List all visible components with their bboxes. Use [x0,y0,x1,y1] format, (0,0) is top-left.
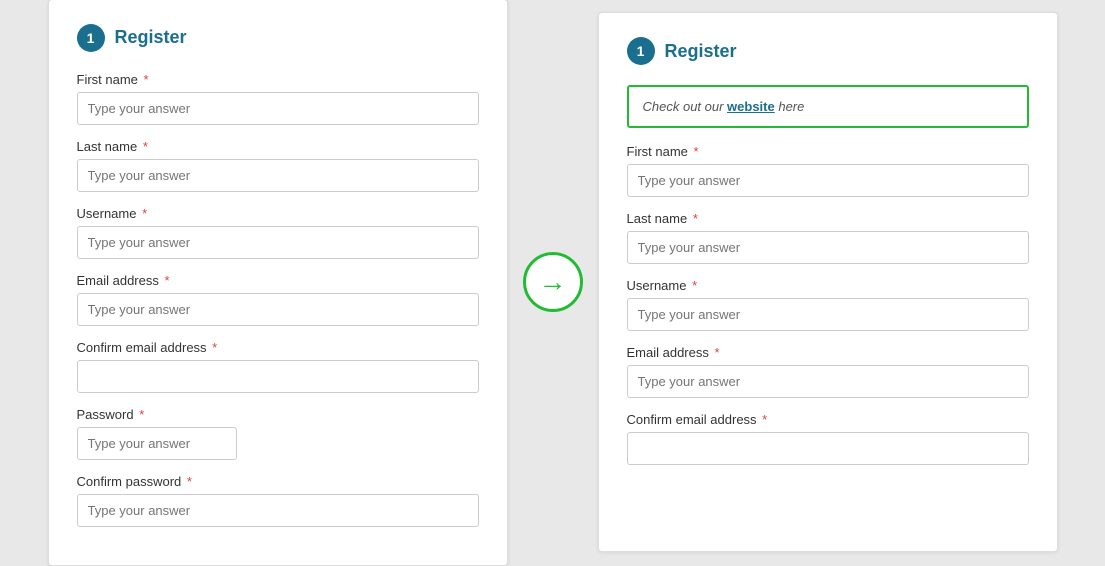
right-label-first-name: First name * [627,144,1029,159]
website-banner: Check out our website here [627,85,1029,128]
left-field-confirm-password: Confirm password * [77,474,479,527]
right-panel-header: 1 Register [627,37,1029,65]
left-input-first-name[interactable] [77,92,479,125]
right-field-first-name: First name * [627,144,1029,197]
right-field-username: Username * [627,278,1029,331]
left-label-password: Password * [77,407,479,422]
right-field-last-name: Last name * [627,211,1029,264]
required-star: * [212,340,217,355]
required-star: * [693,211,698,226]
right-input-last-name[interactable] [627,231,1029,264]
right-input-email[interactable] [627,365,1029,398]
website-link[interactable]: website [727,99,775,114]
left-label-email: Email address * [77,273,479,288]
right-step-badge: 1 [627,37,655,65]
left-label-first-name: First name * [77,72,479,87]
left-field-last-name: Last name * [77,139,479,192]
required-star: * [692,278,697,293]
right-field-email: Email address * [627,345,1029,398]
left-field-first-name: First name * [77,72,479,125]
left-panel: 1 Register First name * Last name * User… [48,0,508,566]
left-label-confirm-password: Confirm password * [77,474,479,489]
right-label-confirm-email: Confirm email address * [627,412,1029,427]
required-star: * [694,144,699,159]
main-container: 1 Register First name * Last name * User… [0,0,1105,564]
required-star: * [144,72,149,87]
left-field-confirm-email: Confirm email address * [77,340,479,393]
right-input-username[interactable] [627,298,1029,331]
right-label-email: Email address * [627,345,1029,360]
left-panel-header: 1 Register [77,24,479,52]
right-input-first-name[interactable] [627,164,1029,197]
right-input-confirm-email[interactable] [627,432,1029,465]
left-label-last-name: Last name * [77,139,479,154]
right-label-username: Username * [627,278,1029,293]
left-input-confirm-password[interactable] [77,494,479,527]
left-input-email[interactable] [77,293,479,326]
arrow-circle: → [523,252,583,312]
left-label-confirm-email: Confirm email address * [77,340,479,355]
right-label-last-name: Last name * [627,211,1029,226]
required-star: * [139,407,144,422]
left-input-password[interactable] [77,427,237,460]
required-star: * [187,474,192,489]
right-panel-title: Register [665,41,737,62]
required-star: * [714,345,719,360]
left-field-password: Password * [77,407,479,460]
left-input-username[interactable] [77,226,479,259]
left-field-email: Email address * [77,273,479,326]
required-star: * [143,139,148,154]
left-label-username: Username * [77,206,479,221]
arrow-icon: → [539,266,567,298]
required-star: * [164,273,169,288]
left-field-username: Username * [77,206,479,259]
left-step-badge: 1 [77,24,105,52]
left-input-confirm-email[interactable] [77,360,479,393]
banner-prefix: Check out our [643,99,728,114]
required-star: * [142,206,147,221]
right-panel: 1 Register Check out our website here Fi… [598,12,1058,552]
right-field-confirm-email: Confirm email address * [627,412,1029,465]
banner-suffix: here [775,99,805,114]
required-star: * [762,412,767,427]
left-panel-title: Register [115,27,187,48]
arrow-container: → [508,252,598,312]
left-input-last-name[interactable] [77,159,479,192]
